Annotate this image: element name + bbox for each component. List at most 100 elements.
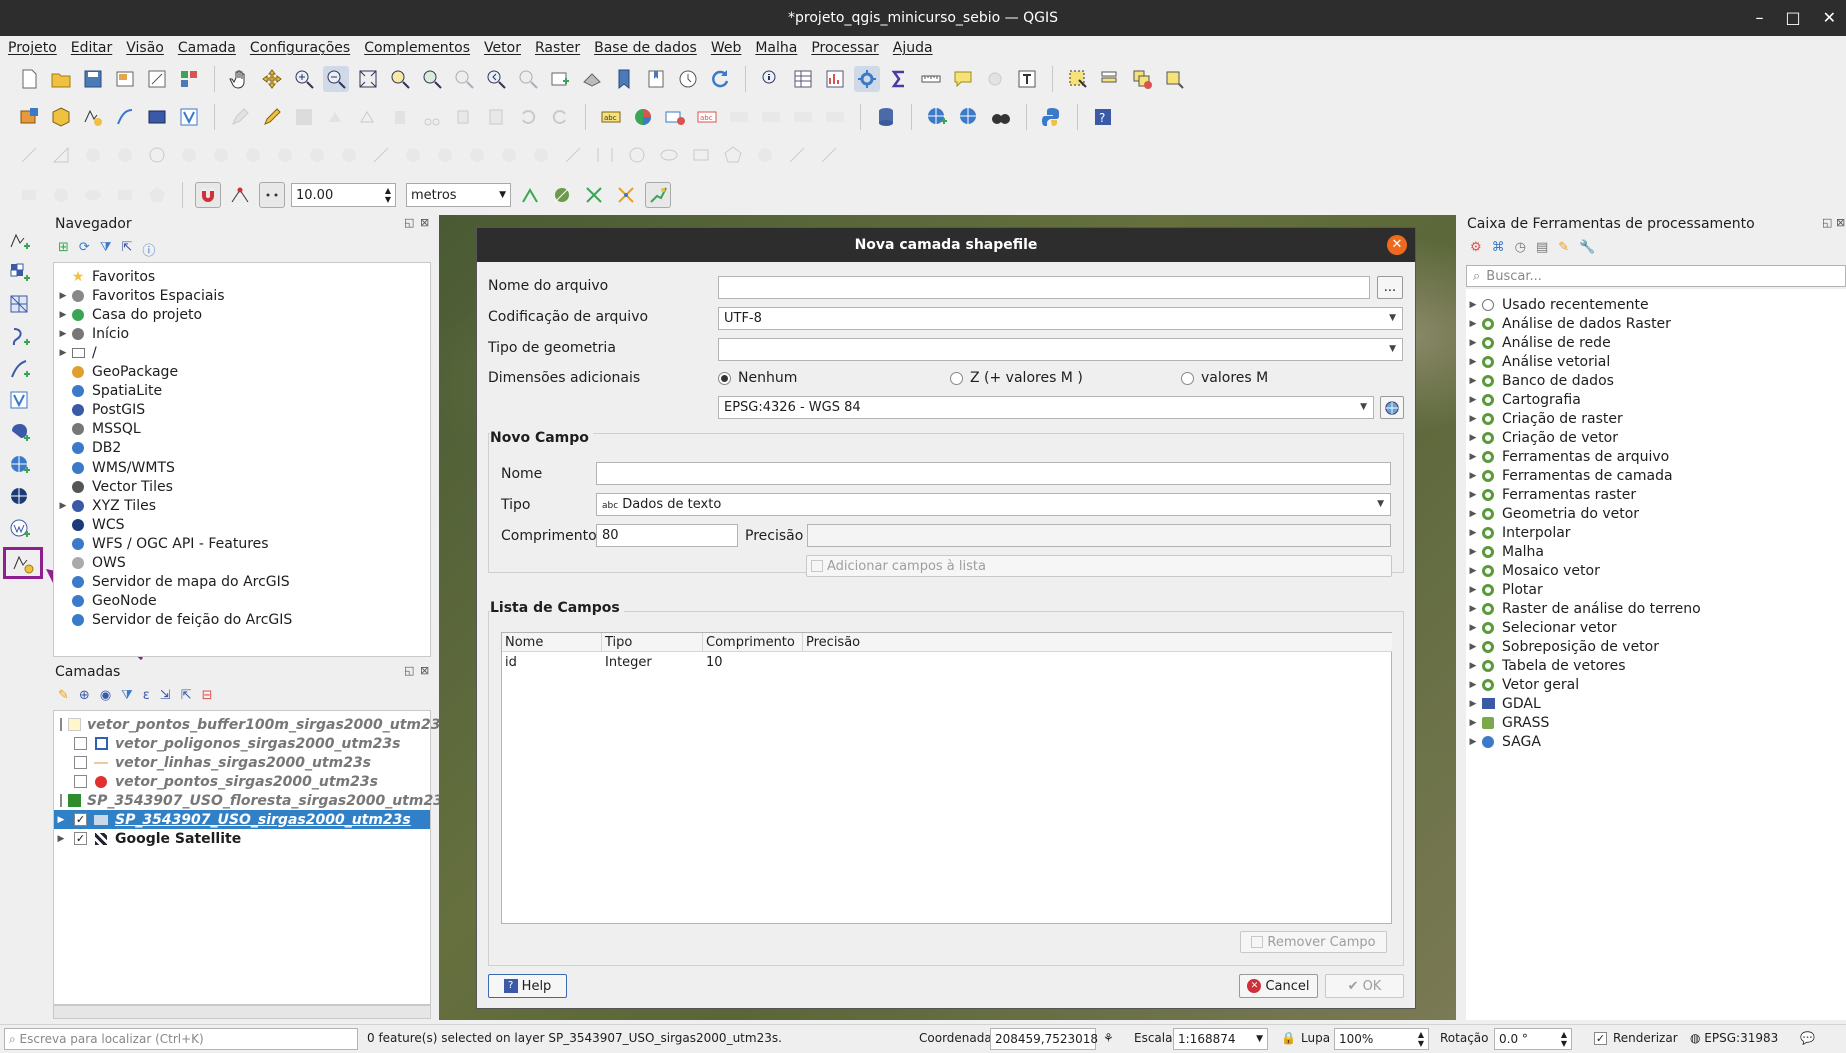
browser-item[interactable]: GeoNode	[56, 592, 157, 611]
close-window-button[interactable]: ✕	[1823, 0, 1836, 36]
snap-intersection-icon[interactable]	[549, 182, 575, 208]
add-wcs-layer-icon[interactable]	[6, 483, 34, 511]
filter-legend-icon[interactable]: ⧩	[121, 688, 133, 703]
map-tips-icon[interactable]	[950, 66, 976, 92]
sum-icon[interactable]	[886, 66, 912, 92]
browser-item[interactable]: DB2	[56, 439, 121, 458]
bookmark-icon[interactable]	[611, 66, 637, 92]
processing-panel-close-button[interactable]: ⊠	[1836, 216, 1845, 229]
browser-item[interactable]: WFS / OGC API - Features	[56, 534, 269, 553]
processing-provider-item[interactable]: ▶ Criação de vetor	[1466, 428, 1618, 447]
add-wms-layer-icon[interactable]	[6, 451, 34, 479]
expand-arrow-icon[interactable]: ▶	[1466, 547, 1480, 557]
add-field-button[interactable]: Adicionar campos à lista	[806, 555, 1392, 577]
expand-arrow-icon[interactable]: ▶	[1466, 452, 1480, 462]
expand-arrow-icon[interactable]: ▶	[1466, 338, 1480, 348]
expand-arrow-icon[interactable]: ▶	[1466, 395, 1480, 405]
crs-selector-button[interactable]	[1380, 396, 1404, 419]
browser-panel-close-button[interactable]: ⊠	[420, 216, 429, 229]
checkbox-checked-icon[interactable]: ✓	[74, 813, 87, 826]
expand-arrow-icon[interactable]: ▶	[1466, 433, 1480, 443]
checkbox-icon[interactable]	[74, 737, 87, 750]
processing-provider-item[interactable]: ▶ Análise vetorial	[1466, 352, 1611, 371]
zoom-to-selection-icon[interactable]	[387, 66, 413, 92]
refresh-icon[interactable]	[707, 66, 733, 92]
add-wfs-layer-icon[interactable]	[6, 515, 34, 543]
processing-provider-item[interactable]: ▶ Selecionar vetor	[1466, 618, 1617, 637]
save-project-icon[interactable]	[80, 66, 106, 92]
add-group-icon[interactable]: ⊕	[79, 688, 90, 703]
temporal-controller-icon[interactable]	[675, 66, 701, 92]
encoding-select[interactable]: UTF-8 ▼	[718, 307, 1403, 330]
layer-item[interactable]: SP_3543907_USO_floresta_sirgas2000_utm23…	[54, 791, 451, 810]
expand-arrow-icon[interactable]: ▶	[1466, 680, 1480, 690]
show-bookmarks-icon[interactable]	[643, 66, 669, 92]
add-wcs-icon[interactable]	[956, 104, 982, 130]
manage-map-themes-icon[interactable]: ◉	[100, 688, 111, 703]
add-raster-layer-icon[interactable]	[6, 259, 34, 287]
menu-complementos[interactable]: Complementos	[364, 40, 470, 56]
processing-provider-item[interactable]: ▶ Sobreposição de vetor	[1466, 637, 1659, 656]
new-map-view-icon[interactable]	[547, 66, 573, 92]
menu-web[interactable]: Web	[711, 40, 742, 56]
help-icon[interactable]: ?	[1090, 104, 1116, 130]
processing-toolbox-icon[interactable]	[854, 66, 880, 92]
select-by-value-icon[interactable]	[1097, 66, 1123, 92]
dialog-close-button[interactable]: ✕	[1387, 235, 1407, 255]
menu-malha[interactable]: Malha	[755, 40, 797, 56]
add-postgis-icon[interactable]	[6, 419, 34, 447]
properties-icon[interactable]: ⓘ	[142, 240, 155, 259]
browser-item[interactable]: WCS	[56, 515, 125, 534]
locator-input[interactable]: ⌕ Escreva para localizar (Ctrl+K)	[4, 1028, 358, 1050]
expand-arrow-icon[interactable]: ▶	[1466, 509, 1480, 519]
field-row-precision[interactable]	[803, 653, 903, 672]
field-type-select[interactable]: abc Dados de texto ▼	[596, 493, 1391, 516]
crs-status-button[interactable]: ◍ EPSG:31983	[1690, 1031, 1778, 1045]
expand-arrow-icon[interactable]: ▶	[1466, 737, 1480, 747]
browser-item[interactable]: ▶ Favoritos Espaciais	[56, 286, 225, 305]
menu-ajuda[interactable]: Ajuda	[893, 40, 933, 56]
diagram-tool-icon[interactable]	[630, 104, 656, 130]
processing-provider-item[interactable]: ▶ Ferramentas raster	[1466, 485, 1637, 504]
menu-editar[interactable]: Editar	[71, 40, 112, 56]
expand-arrow-icon[interactable]: ▶	[56, 348, 70, 358]
new-project-icon[interactable]	[16, 66, 42, 92]
browser-item[interactable]: MSSQL	[56, 420, 141, 439]
collapse-all-layers-icon[interactable]: ⇱	[181, 688, 192, 703]
scale-input[interactable]: 1:168874 ▼	[1173, 1028, 1268, 1050]
deselect-features-icon[interactable]	[1129, 66, 1155, 92]
expand-arrow-icon[interactable]: ▶	[1466, 376, 1480, 386]
expand-arrow-icon[interactable]: ▶	[54, 834, 68, 844]
processing-provider-item[interactable]: ▶ GRASS	[1466, 713, 1550, 732]
processing-provider-item[interactable]: ▶ Usado recentemente	[1466, 295, 1649, 314]
browser-panel-float-button[interactable]: ◱	[404, 216, 414, 229]
cancel-button[interactable]: ✕ Cancel	[1239, 974, 1318, 998]
new-shapefile-layer-icon[interactable]	[3, 547, 43, 579]
field-row-length[interactable]: 10	[703, 653, 803, 672]
remove-field-button[interactable]: Remover Campo	[1240, 931, 1387, 953]
add-mesh-layer-icon[interactable]	[6, 291, 34, 319]
ok-button[interactable]: ✔ OK	[1325, 974, 1404, 998]
dims-m-radio[interactable]: valores M	[1181, 370, 1268, 386]
column-header-precisao[interactable]: Precisão	[803, 633, 1392, 652]
topological-editing-icon[interactable]	[517, 182, 543, 208]
label-tool-icon[interactable]: abc	[598, 104, 624, 130]
metasearch-icon[interactable]	[988, 104, 1014, 130]
add-virtual-layer-icon[interactable]	[6, 387, 34, 415]
magnifier-input[interactable]: 100% ▲ ▼	[1334, 1028, 1429, 1050]
processing-provider-item[interactable]: ▶ Interpolar	[1466, 523, 1571, 542]
expand-arrow-icon[interactable]: ▶	[1466, 528, 1480, 538]
help-button[interactable]: ? Help	[488, 974, 567, 998]
browser-item[interactable]: Servidor de feição do ArcGIS	[56, 611, 292, 630]
new-3d-view-icon[interactable]	[579, 66, 605, 92]
refresh-browser-icon[interactable]: ⟳	[79, 240, 90, 259]
highlight-pin-label-icon[interactable]	[662, 104, 688, 130]
toggle-editing-icon[interactable]	[259, 104, 285, 130]
messages-icon[interactable]: 💬	[1800, 1031, 1815, 1045]
checkbox-icon[interactable]	[60, 794, 62, 807]
coord-input[interactable]: 208459,7523018	[990, 1028, 1098, 1050]
field-name-input[interactable]	[596, 462, 1391, 485]
pan-hand-icon[interactable]	[227, 66, 253, 92]
collapse-all-icon[interactable]: ⇱	[121, 240, 132, 259]
field-row-type[interactable]: Integer	[602, 653, 703, 672]
